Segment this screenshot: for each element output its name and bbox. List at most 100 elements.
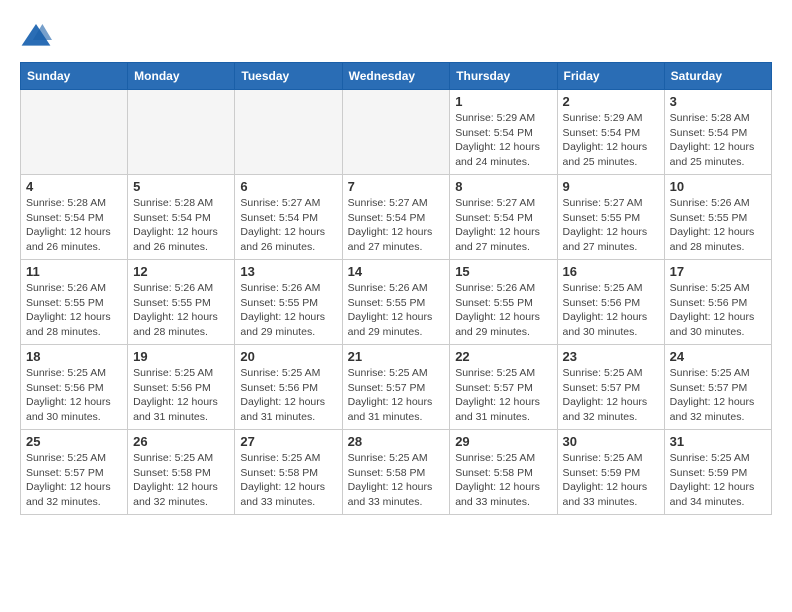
- calendar-cell: [128, 90, 235, 175]
- day-number: 14: [348, 264, 445, 279]
- header-cell-monday: Monday: [128, 63, 235, 90]
- header-row: SundayMondayTuesdayWednesdayThursdayFrid…: [21, 63, 772, 90]
- calendar-cell: 13Sunrise: 5:26 AM Sunset: 5:55 PM Dayli…: [235, 260, 342, 345]
- day-number: 18: [26, 349, 122, 364]
- day-number: 25: [26, 434, 122, 449]
- day-number: 12: [133, 264, 229, 279]
- calendar-cell: 19Sunrise: 5:25 AM Sunset: 5:56 PM Dayli…: [128, 345, 235, 430]
- day-info: Sunrise: 5:25 AM Sunset: 5:59 PM Dayligh…: [563, 451, 659, 510]
- day-info: Sunrise: 5:25 AM Sunset: 5:57 PM Dayligh…: [26, 451, 122, 510]
- day-info: Sunrise: 5:26 AM Sunset: 5:55 PM Dayligh…: [26, 281, 122, 340]
- page-header: [20, 20, 772, 52]
- logo-icon: [20, 20, 52, 52]
- header-cell-wednesday: Wednesday: [342, 63, 450, 90]
- calendar-cell: 7 Sunrise: 5:27 AM Sunset: 5:54 PM Daylig…: [342, 175, 450, 260]
- day-info: Sunrise: 5:26 AM Sunset: 5:55 PM Dayligh…: [133, 281, 229, 340]
- week-row-3: 11Sunrise: 5:26 AM Sunset: 5:55 PM Dayli…: [21, 260, 772, 345]
- calendar-cell: [342, 90, 450, 175]
- week-row-4: 18 Sunrise: 5:25 AM Sunset: 5:56 PM Dayli…: [21, 345, 772, 430]
- day-number: 2: [563, 94, 659, 109]
- day-info: Sunrise: 5:25 AM Sunset: 5:56 PM Dayligh…: [563, 281, 659, 340]
- day-number: 24: [670, 349, 766, 364]
- day-number: 22: [455, 349, 551, 364]
- week-row-5: 25 Sunrise: 5:25 AM Sunset: 5:57 PM Dayli…: [21, 430, 772, 515]
- calendar-cell: 5 Sunrise: 5:28 AM Sunset: 5:54 PM Daylig…: [128, 175, 235, 260]
- day-info: Sunrise: 5:26 AM Sunset: 5:55 PM Dayligh…: [670, 196, 766, 255]
- day-number: 17: [670, 264, 766, 279]
- calendar-cell: 31 Sunrise: 5:25 AM Sunset: 5:59 PM Dayli…: [664, 430, 771, 515]
- day-info: Sunrise: 5:26 AM Sunset: 5:55 PM Dayligh…: [455, 281, 551, 340]
- day-number: 13: [240, 264, 336, 279]
- calendar-cell: 3 Sunrise: 5:28 AM Sunset: 5:54 PM Daylig…: [664, 90, 771, 175]
- day-info: Sunrise: 5:25 AM Sunset: 5:56 PM Dayligh…: [26, 366, 122, 425]
- day-number: 8: [455, 179, 551, 194]
- day-number: 5: [133, 179, 229, 194]
- calendar-cell: 15 Sunrise: 5:26 AM Sunset: 5:55 PM Dayli…: [450, 260, 557, 345]
- day-info: Sunrise: 5:25 AM Sunset: 5:58 PM Dayligh…: [348, 451, 445, 510]
- calendar-cell: 14 Sunrise: 5:26 AM Sunset: 5:55 PM Dayli…: [342, 260, 450, 345]
- header-cell-thursday: Thursday: [450, 63, 557, 90]
- calendar-cell: 26 Sunrise: 5:25 AM Sunset: 5:58 PM Dayli…: [128, 430, 235, 515]
- calendar-header: SundayMondayTuesdayWednesdayThursdayFrid…: [21, 63, 772, 90]
- header-cell-tuesday: Tuesday: [235, 63, 342, 90]
- calendar-cell: 21Sunrise: 5:25 AM Sunset: 5:57 PM Dayli…: [342, 345, 450, 430]
- day-number: 1: [455, 94, 551, 109]
- calendar-cell: 10 Sunrise: 5:26 AM Sunset: 5:55 PM Dayli…: [664, 175, 771, 260]
- day-info: Sunrise: 5:27 AM Sunset: 5:54 PM Dayligh…: [240, 196, 336, 255]
- calendar-cell: 22Sunrise: 5:25 AM Sunset: 5:57 PM Dayli…: [450, 345, 557, 430]
- day-number: 29: [455, 434, 551, 449]
- day-info: Sunrise: 5:27 AM Sunset: 5:54 PM Dayligh…: [455, 196, 551, 255]
- day-info: Sunrise: 5:26 AM Sunset: 5:55 PM Dayligh…: [348, 281, 445, 340]
- calendar-cell: 27Sunrise: 5:25 AM Sunset: 5:58 PM Dayli…: [235, 430, 342, 515]
- day-info: Sunrise: 5:25 AM Sunset: 5:57 PM Dayligh…: [563, 366, 659, 425]
- calendar-cell: 9 Sunrise: 5:27 AM Sunset: 5:55 PM Daylig…: [557, 175, 664, 260]
- day-info: Sunrise: 5:25 AM Sunset: 5:57 PM Dayligh…: [348, 366, 445, 425]
- day-info: Sunrise: 5:27 AM Sunset: 5:54 PM Dayligh…: [348, 196, 445, 255]
- calendar-cell: 8 Sunrise: 5:27 AM Sunset: 5:54 PM Daylig…: [450, 175, 557, 260]
- day-number: 10: [670, 179, 766, 194]
- day-number: 3: [670, 94, 766, 109]
- day-info: Sunrise: 5:28 AM Sunset: 5:54 PM Dayligh…: [133, 196, 229, 255]
- calendar-cell: [21, 90, 128, 175]
- day-info: Sunrise: 5:27 AM Sunset: 5:55 PM Dayligh…: [563, 196, 659, 255]
- header-cell-friday: Friday: [557, 63, 664, 90]
- calendar-cell: 25 Sunrise: 5:25 AM Sunset: 5:57 PM Dayli…: [21, 430, 128, 515]
- day-info: Sunrise: 5:25 AM Sunset: 5:58 PM Dayligh…: [455, 451, 551, 510]
- day-number: 31: [670, 434, 766, 449]
- day-info: Sunrise: 5:25 AM Sunset: 5:58 PM Dayligh…: [133, 451, 229, 510]
- calendar-cell: 30Sunrise: 5:25 AM Sunset: 5:59 PM Dayli…: [557, 430, 664, 515]
- calendar-cell: 11Sunrise: 5:26 AM Sunset: 5:55 PM Dayli…: [21, 260, 128, 345]
- day-info: Sunrise: 5:29 AM Sunset: 5:54 PM Dayligh…: [563, 111, 659, 170]
- calendar-table: SundayMondayTuesdayWednesdayThursdayFrid…: [20, 62, 772, 515]
- logo: [20, 20, 56, 52]
- week-row-2: 4 Sunrise: 5:28 AM Sunset: 5:54 PM Daylig…: [21, 175, 772, 260]
- calendar-cell: 16Sunrise: 5:25 AM Sunset: 5:56 PM Dayli…: [557, 260, 664, 345]
- header-cell-saturday: Saturday: [664, 63, 771, 90]
- calendar-cell: [235, 90, 342, 175]
- day-info: Sunrise: 5:25 AM Sunset: 5:57 PM Dayligh…: [670, 366, 766, 425]
- calendar-cell: 2 Sunrise: 5:29 AM Sunset: 5:54 PM Daylig…: [557, 90, 664, 175]
- day-number: 28: [348, 434, 445, 449]
- header-cell-sunday: Sunday: [21, 63, 128, 90]
- day-info: Sunrise: 5:28 AM Sunset: 5:54 PM Dayligh…: [26, 196, 122, 255]
- day-info: Sunrise: 5:28 AM Sunset: 5:54 PM Dayligh…: [670, 111, 766, 170]
- calendar-cell: 12 Sunrise: 5:26 AM Sunset: 5:55 PM Dayli…: [128, 260, 235, 345]
- day-number: 15: [455, 264, 551, 279]
- calendar-cell: 28 Sunrise: 5:25 AM Sunset: 5:58 PM Dayli…: [342, 430, 450, 515]
- calendar-cell: 18 Sunrise: 5:25 AM Sunset: 5:56 PM Dayli…: [21, 345, 128, 430]
- day-number: 26: [133, 434, 229, 449]
- calendar-cell: 17 Sunrise: 5:25 AM Sunset: 5:56 PM Dayli…: [664, 260, 771, 345]
- week-row-1: 1 Sunrise: 5:29 AM Sunset: 5:54 PM Daylig…: [21, 90, 772, 175]
- day-number: 7: [348, 179, 445, 194]
- calendar-cell: 6Sunrise: 5:27 AM Sunset: 5:54 PM Daylig…: [235, 175, 342, 260]
- day-number: 4: [26, 179, 122, 194]
- day-number: 20: [240, 349, 336, 364]
- calendar-cell: 24 Sunrise: 5:25 AM Sunset: 5:57 PM Dayli…: [664, 345, 771, 430]
- day-info: Sunrise: 5:25 AM Sunset: 5:56 PM Dayligh…: [670, 281, 766, 340]
- day-info: Sunrise: 5:25 AM Sunset: 5:59 PM Dayligh…: [670, 451, 766, 510]
- calendar-cell: 4 Sunrise: 5:28 AM Sunset: 5:54 PM Daylig…: [21, 175, 128, 260]
- calendar-cell: 29 Sunrise: 5:25 AM Sunset: 5:58 PM Dayli…: [450, 430, 557, 515]
- day-number: 9: [563, 179, 659, 194]
- calendar-cell: 23Sunrise: 5:25 AM Sunset: 5:57 PM Dayli…: [557, 345, 664, 430]
- calendar-body: 1 Sunrise: 5:29 AM Sunset: 5:54 PM Daylig…: [21, 90, 772, 515]
